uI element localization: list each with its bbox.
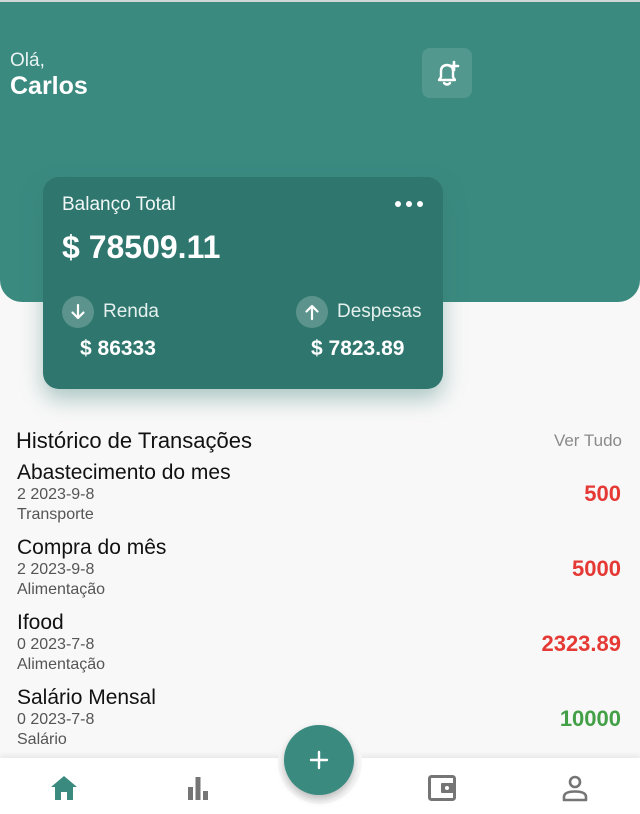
- balance-amount: $ 78509.11: [62, 229, 221, 265]
- transaction-item[interactable]: Compra do mês 2 2023-9-8 Alimentação 500…: [0, 536, 640, 610]
- income-label: Renda: [103, 301, 159, 322]
- bell-plus-icon: [437, 60, 460, 86]
- expenses-value: $ 7823.89: [311, 337, 405, 360]
- income-value: $ 86333: [80, 337, 156, 360]
- transaction-meta: 0 2023-7-8: [17, 636, 95, 653]
- arrow-down-icon: [62, 296, 94, 328]
- nav-wallet[interactable]: [424, 772, 460, 804]
- transaction-amount: 5000: [572, 556, 621, 581]
- transaction-title: Salário Mensal: [17, 686, 156, 709]
- greeting: Olá,: [10, 50, 45, 71]
- transaction-amount: 10000: [559, 706, 621, 731]
- balance-title: Balanço Total: [62, 194, 176, 215]
- notification-button[interactable]: [422, 48, 472, 98]
- transaction-meta: 2 2023-9-8: [17, 486, 95, 503]
- transaction-category: Salário: [17, 731, 67, 748]
- home-icon: [51, 776, 77, 800]
- transaction-item[interactable]: Abastecimento do mes 2 2023-9-8 Transpor…: [0, 461, 640, 535]
- arrow-up-icon: [296, 296, 328, 328]
- nav-home[interactable]: [46, 772, 82, 804]
- user-name: Carlos: [10, 72, 88, 100]
- plus-icon: [309, 750, 329, 770]
- add-transaction-button[interactable]: [284, 725, 354, 795]
- history-title: Histórico de Transações: [16, 428, 252, 453]
- transaction-title: Ifood: [17, 611, 64, 634]
- see-all-link[interactable]: Ver Tudo: [554, 431, 622, 451]
- transaction-meta: 0 2023-7-8: [17, 711, 95, 728]
- expenses-label: Despesas: [337, 301, 422, 322]
- transaction-title: Compra do mês: [17, 536, 167, 559]
- transaction-meta: 2 2023-9-8: [17, 561, 95, 578]
- profile-icon: [562, 775, 588, 802]
- bar-chart-icon: [188, 777, 208, 800]
- wallet-icon: [428, 775, 456, 801]
- transaction-category: Alimentação: [17, 581, 106, 598]
- transaction-title: Abastecimento do mes: [17, 461, 231, 484]
- transaction-category: Transporte: [17, 506, 94, 523]
- more-horizontal-icon[interactable]: [395, 196, 423, 212]
- transaction-item[interactable]: Ifood 0 2023-7-8 Alimentação 2323.89: [0, 611, 640, 685]
- transaction-amount: 2323.89: [541, 631, 621, 656]
- transaction-amount: 500: [584, 481, 621, 506]
- nav-profile[interactable]: [557, 772, 593, 804]
- nav-statistics[interactable]: [180, 772, 216, 804]
- balance-card: Balanço Total $ 78509.11 Renda $ 86333 D…: [43, 177, 443, 389]
- transaction-category: Alimentação: [17, 656, 106, 673]
